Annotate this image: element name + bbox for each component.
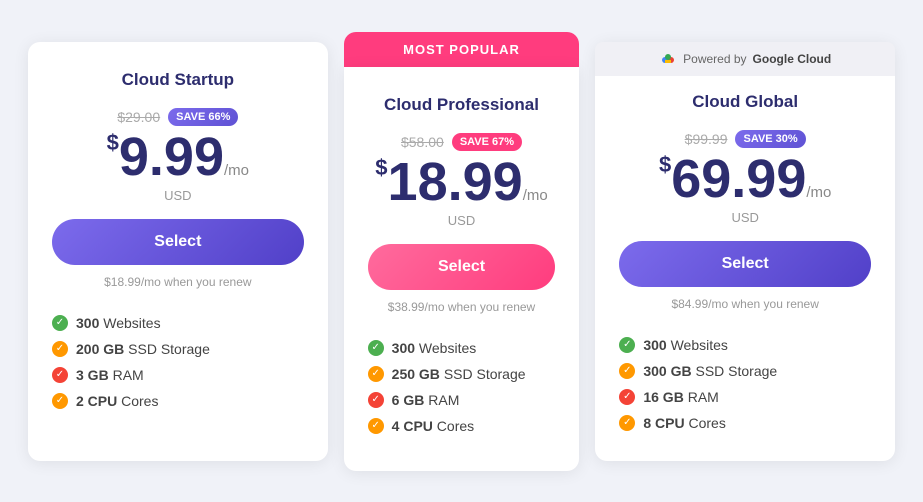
price-dollar: $ [659, 152, 671, 177]
feature-text: 300 Websites [392, 340, 477, 356]
currency-label: USD [368, 213, 556, 228]
plan-card-startup: Cloud Startup $29.00 SAVE 66% $9.99/mo USD Se… [28, 42, 328, 461]
check-icon: ✓ [619, 363, 635, 379]
price-row: $29.00 SAVE 66% [52, 108, 304, 126]
price-dollar: $ [375, 155, 387, 180]
check-icon: ✓ [619, 415, 635, 431]
feature-text: 300 Websites [643, 337, 728, 353]
check-icon: ✓ [52, 393, 68, 409]
features-list: ✓ 300 Websites ✓ 250 GB SSD Storage ✓ 6 GB RA… [368, 340, 556, 444]
save-badge: SAVE 30% [735, 130, 805, 148]
price-amount: 9.99 [119, 127, 224, 187]
feature-text: 300 GB SSD Storage [643, 363, 777, 379]
plan-title: Cloud Global [619, 92, 871, 112]
feature-item: ✓ 16 GB RAM [619, 389, 871, 405]
features-list: ✓ 300 Websites ✓ 300 GB SSD Storage ✓ 16 GB R… [619, 337, 871, 441]
feature-item: ✓ 2 CPU Cores [52, 393, 304, 409]
save-badge: SAVE 66% [168, 108, 238, 126]
feature-text: 16 GB RAM [643, 389, 718, 405]
feature-text: 300 Websites [76, 315, 161, 331]
check-icon: ✓ [368, 418, 384, 434]
price-dollar: $ [107, 130, 119, 155]
price-row: $58.00 SAVE 67% [368, 133, 556, 151]
check-icon: ✓ [368, 366, 384, 382]
feature-item: ✓ 300 GB SSD Storage [619, 363, 871, 379]
plan-title: Cloud Startup [52, 70, 304, 90]
price-period: /mo [224, 162, 249, 179]
powered-by-label: Powered by [683, 52, 746, 66]
renew-price: $84.99/mo when you renew [619, 297, 871, 311]
original-price: $58.00 [401, 134, 444, 150]
popular-wrapper: MOST POPULAR Cloud Professional $58.00 SAVE… [336, 32, 588, 471]
feature-item: ✓ 3 GB RAM [52, 367, 304, 383]
price-period: /mo [806, 184, 831, 201]
renew-price: $18.99/mo when you renew [52, 275, 304, 289]
features-list: ✓ 300 Websites ✓ 200 GB SSD Storage ✓ 3 GB RA… [52, 315, 304, 419]
check-icon: ✓ [619, 337, 635, 353]
price-row: $99.99 SAVE 30% [619, 130, 871, 148]
feature-text: 6 GB RAM [392, 392, 460, 408]
check-icon: ✓ [368, 392, 384, 408]
google-cloud-banner: Powered by Google Cloud [595, 42, 895, 76]
feature-text: 200 GB SSD Storage [76, 341, 210, 357]
feature-text: 8 CPU Cores [643, 415, 725, 431]
feature-text: 3 GB RAM [76, 367, 144, 383]
currency-label: USD [52, 188, 304, 203]
select-button-professional[interactable]: Select [368, 244, 556, 290]
feature-text: 2 CPU Cores [76, 393, 158, 409]
renew-price: $38.99/mo when you renew [368, 300, 556, 314]
original-price: $99.99 [685, 131, 728, 147]
save-badge: SAVE 67% [452, 133, 522, 151]
feature-item: ✓ 8 CPU Cores [619, 415, 871, 431]
google-cloud-text: Google Cloud [753, 52, 832, 66]
plan-title: Cloud Professional [368, 95, 556, 115]
check-icon: ✓ [52, 367, 68, 383]
main-price: $18.99/mo [368, 155, 556, 209]
most-popular-banner: MOST POPULAR [344, 32, 580, 67]
plan-card-professional: Cloud Professional $58.00 SAVE 67% $18.99/m… [344, 67, 580, 471]
main-price: $69.99/mo [619, 152, 871, 206]
feature-item: ✓ 250 GB SSD Storage [368, 366, 556, 382]
pricing-container: Cloud Startup $29.00 SAVE 66% $9.99/mo USD Se… [20, 32, 903, 471]
feature-item: ✓ 300 Websites [52, 315, 304, 331]
feature-text: 4 CPU Cores [392, 418, 474, 434]
price-amount: 69.99 [671, 149, 806, 209]
main-price: $9.99/mo [52, 130, 304, 184]
google-cloud-icon [659, 50, 677, 68]
currency-label: USD [619, 210, 871, 225]
select-button-startup[interactable]: Select [52, 219, 304, 265]
feature-item: ✓ 4 CPU Cores [368, 418, 556, 434]
original-price: $29.00 [117, 109, 160, 125]
check-icon: ✓ [52, 315, 68, 331]
check-icon: ✓ [368, 340, 384, 356]
price-amount: 18.99 [388, 152, 523, 212]
feature-item: ✓ 6 GB RAM [368, 392, 556, 408]
check-icon: ✓ [52, 341, 68, 357]
price-period: /mo [523, 187, 548, 204]
plan-card-global: Powered by Google Cloud Cloud Global $99.99… [595, 42, 895, 461]
check-icon: ✓ [619, 389, 635, 405]
feature-item: ✓ 300 Websites [619, 337, 871, 353]
feature-text: 250 GB SSD Storage [392, 366, 526, 382]
feature-item: ✓ 200 GB SSD Storage [52, 341, 304, 357]
feature-item: ✓ 300 Websites [368, 340, 556, 356]
select-button-global[interactable]: Select [619, 241, 871, 287]
